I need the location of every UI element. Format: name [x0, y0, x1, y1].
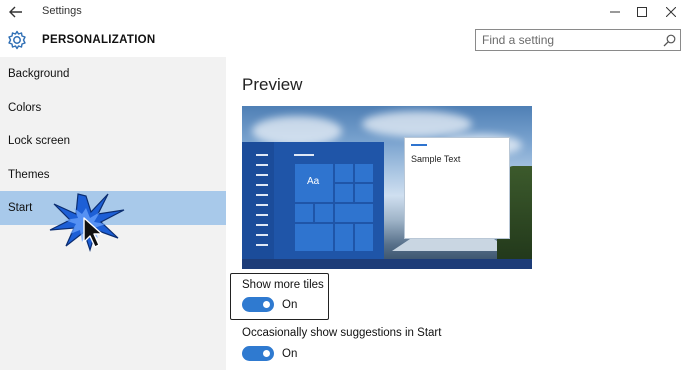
- list-line: [256, 174, 268, 176]
- start-menu-list: [242, 142, 274, 259]
- sample-window-preview: Sample Text: [404, 137, 510, 239]
- title-bar: Settings: [0, 0, 690, 24]
- toggle-knob: [263, 350, 270, 357]
- close-button[interactable]: [656, 0, 686, 24]
- taskbar-preview: [242, 259, 532, 269]
- back-arrow-icon: [9, 6, 22, 18]
- tile: [294, 203, 314, 223]
- maximize-icon: [637, 7, 647, 17]
- window-accent-bar: [411, 144, 427, 146]
- cloud: [362, 111, 472, 137]
- tile: [334, 183, 354, 203]
- list-line: [256, 184, 268, 186]
- tile: [354, 163, 374, 183]
- close-icon: [666, 7, 676, 17]
- highlight-box-annotation: [230, 273, 329, 320]
- sidebar-item-background[interactable]: Background: [0, 57, 226, 91]
- search-icon[interactable]: [663, 34, 676, 47]
- sidebar-item-lock-screen[interactable]: Lock screen: [0, 124, 226, 158]
- search-box[interactable]: [475, 29, 681, 51]
- back-button[interactable]: [6, 2, 28, 22]
- tile-grid: Aa: [294, 163, 374, 252]
- sidebar-item-label: Lock screen: [8, 135, 71, 147]
- minimize-icon: [610, 11, 620, 13]
- suggestions-toggle[interactable]: [242, 346, 274, 361]
- start-menu-preview: Aa: [242, 142, 384, 259]
- sidebar-item-colors[interactable]: Colors: [0, 91, 226, 125]
- list-line: [256, 194, 268, 196]
- tiles-header-line: [294, 154, 314, 156]
- tile-label: Aa: [307, 176, 320, 187]
- tile: [354, 223, 374, 252]
- tile: [334, 203, 374, 223]
- preview-heading: Preview: [242, 75, 303, 94]
- mouse-pointer-icon: [83, 217, 103, 248]
- sidebar-item-label: Background: [8, 68, 70, 80]
- list-line: [256, 164, 268, 166]
- gear-icon: [8, 30, 26, 50]
- list-line: [256, 224, 268, 226]
- sidebar-item-label: Start: [8, 202, 33, 214]
- maximize-button[interactable]: [627, 0, 657, 24]
- list-line: [256, 204, 268, 206]
- search-input[interactable]: [476, 30, 656, 50]
- main-content: Preview Aa Sample Text Show more tiles O…: [226, 57, 690, 370]
- list-line: [256, 244, 268, 246]
- tile: [334, 223, 354, 252]
- minimize-button[interactable]: [600, 0, 630, 24]
- tile: [314, 203, 334, 223]
- sidebar-item-label: Themes: [8, 169, 50, 181]
- tile: Aa: [294, 163, 334, 203]
- tile: [354, 183, 374, 203]
- list-line: [256, 234, 268, 236]
- page-title: PERSONALIZATION: [42, 34, 156, 46]
- list-line: [256, 154, 268, 156]
- start-preview-image: Aa Sample Text: [242, 106, 532, 269]
- tile: [294, 223, 334, 252]
- sidebar-item-themes[interactable]: Themes: [0, 158, 226, 192]
- suggestions-label: Occasionally show suggestions in Start: [242, 327, 442, 339]
- sidebar-item-label: Colors: [8, 102, 42, 114]
- tile: [334, 163, 354, 183]
- toggle-state-text: On: [282, 348, 298, 360]
- list-line: [256, 214, 268, 216]
- window-title: Settings: [42, 5, 82, 17]
- sample-text: Sample Text: [411, 154, 461, 164]
